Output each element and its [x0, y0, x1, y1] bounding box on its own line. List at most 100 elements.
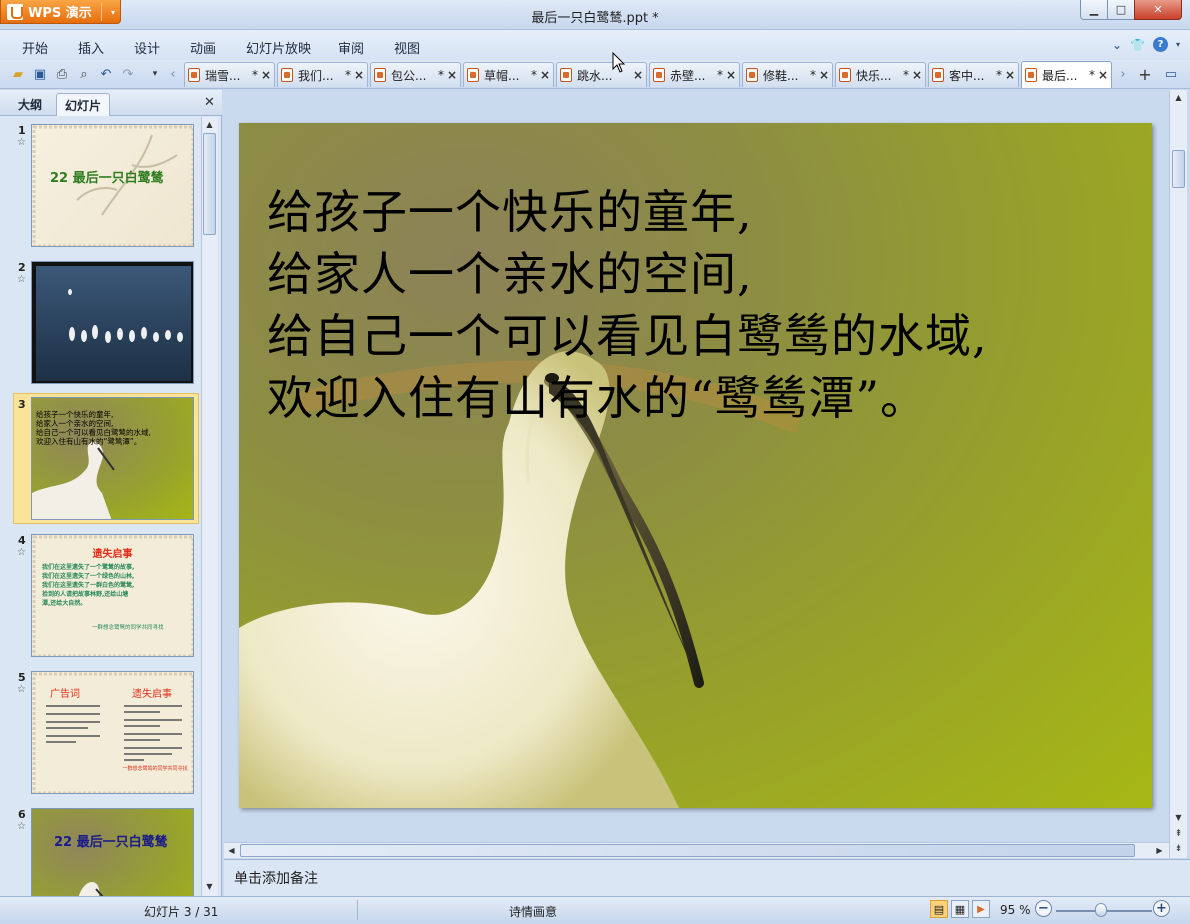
menu-insert[interactable]: 插入: [78, 38, 104, 57]
close-tab-icon[interactable]: ×: [354, 68, 364, 82]
slide-editor: 给孩子一个快乐的童年, 给家人一个亲水的空间, 给自己一个可以看见白鹭鸶的水域,…: [224, 90, 1169, 842]
slide-thumbnail-2[interactable]: [31, 261, 194, 384]
redo-icon[interactable]: ↷: [119, 65, 137, 83]
status-bar: 幻灯片 3 / 31 诗情画意 ▤ ▦ ▶ 95 % − +: [0, 896, 1190, 924]
doc-tab[interactable]: 跳水... ×: [556, 62, 647, 87]
scroll-down-icon[interactable]: ▼: [202, 879, 217, 894]
doc-tab[interactable]: 包公... * ×: [370, 62, 461, 87]
minimize-button[interactable]: ▁: [1080, 0, 1108, 20]
notes-pane[interactable]: 单击添加备注: [224, 859, 1190, 896]
normal-view-button[interactable]: ▤: [930, 900, 948, 918]
doc-tab[interactable]: 修鞋... * ×: [742, 62, 833, 87]
menu-view[interactable]: 视图: [394, 38, 420, 57]
transition-star-icon: ☆: [17, 821, 26, 832]
chevron-down-icon: ▾: [110, 8, 115, 17]
transition-star-icon: ☆: [17, 274, 26, 285]
title-bar: 最后一只白鹭鸶.ppt * WPS 演示 ▾ ▁ □ ✕: [0, 0, 1190, 30]
save-icon[interactable]: ▣: [31, 65, 49, 83]
zoom-slider-handle[interactable]: [1095, 903, 1107, 917]
scrollbar-thumb[interactable]: [240, 844, 1135, 857]
tab-scroll-left-icon[interactable]: ‹: [164, 65, 182, 83]
close-window-button[interactable]: ✕: [1134, 0, 1182, 20]
scroll-up-icon[interactable]: ▲: [1171, 90, 1186, 105]
zoom-in-button[interactable]: +: [1153, 900, 1170, 917]
menu-animation[interactable]: 动画: [190, 38, 216, 57]
doc-tab[interactable]: 我们... * ×: [277, 62, 368, 87]
mouse-cursor-icon: [612, 52, 626, 73]
slideshow-button[interactable]: ▶: [972, 900, 990, 918]
tab-outline[interactable]: 大纲: [10, 93, 50, 116]
current-slide[interactable]: 给孩子一个快乐的童年, 给家人一个亲水的空间, 给自己一个可以看见白鹭鸶的水域,…: [239, 123, 1152, 808]
thumb-title: 22 最后一只白鹭鸶: [50, 171, 164, 186]
previous-slide-icon[interactable]: ⇞: [1171, 826, 1186, 841]
close-tab-icon[interactable]: ×: [1005, 68, 1015, 82]
slide-sorter-button[interactable]: ▦: [951, 900, 969, 918]
slide-thumbnail-3[interactable]: 给孩子一个快乐的童年, 给家人一个亲水的空间, 给自己一个可以看见白鹭鸶的水域,…: [31, 397, 194, 520]
undo-icon[interactable]: ↶: [97, 65, 115, 83]
thumb-number: 2: [18, 261, 26, 274]
close-tab-icon[interactable]: ×: [633, 68, 643, 82]
doc-tab[interactable]: 赤壁... * ×: [649, 62, 740, 87]
transition-star-icon: ☆: [17, 137, 26, 148]
next-slide-icon[interactable]: ⇟: [1171, 841, 1186, 856]
doc-tab-active[interactable]: 最后... * ×: [1021, 61, 1112, 88]
editor-vertical-scrollbar[interactable]: ▲ ▼ ⇞ ⇟: [1169, 90, 1187, 858]
play-icon: ▶: [977, 903, 985, 915]
collapse-ribbon-icon[interactable]: ⌄: [1112, 38, 1122, 52]
doc-tab[interactable]: 草帽... * ×: [463, 62, 554, 87]
wps-app-menu-button[interactable]: WPS 演示 ▾: [0, 0, 121, 24]
menu-slideshow[interactable]: 幻灯片放映: [246, 38, 311, 57]
thumb-title: 遗失启事: [92, 549, 133, 560]
maximize-button[interactable]: □: [1107, 0, 1135, 20]
window-list-icon[interactable]: ▭: [1162, 65, 1180, 83]
doc-tab[interactable]: 客中... * ×: [928, 62, 1019, 87]
wps-logo-icon: [7, 3, 23, 20]
open-folder-icon[interactable]: ▰: [9, 65, 27, 83]
menu-home[interactable]: 开始: [22, 38, 48, 57]
tab-scroll-right-icon[interactable]: ›: [1114, 65, 1132, 83]
scroll-down-icon[interactable]: ▼: [1171, 810, 1186, 825]
close-tab-icon[interactable]: ×: [261, 68, 271, 82]
print-preview-icon[interactable]: ⌕: [75, 65, 93, 83]
notes-placeholder[interactable]: 单击添加备注: [234, 868, 318, 888]
scroll-up-icon[interactable]: ▲: [202, 117, 217, 132]
close-tab-icon[interactable]: ×: [540, 68, 550, 82]
app-name: WPS 演示: [28, 6, 92, 21]
scrollbar-thumb[interactable]: [203, 133, 216, 235]
doc-tab[interactable]: 快乐... * ×: [835, 62, 926, 87]
thumb-number: 4: [18, 534, 26, 547]
close-tab-icon[interactable]: ×: [726, 68, 736, 82]
menu-review[interactable]: 审阅: [338, 38, 364, 57]
new-tab-icon[interactable]: +: [1136, 65, 1154, 84]
menu-design[interactable]: 设计: [134, 38, 160, 57]
slide-thumbnail-4[interactable]: 遗失启事 我们在这里遗失了一个鹭鸶的故事, 我们在这里遗失了一个绿色的山林, 我…: [31, 534, 194, 657]
slide-thumbnail-6[interactable]: 22 最后一只白鹭鸶: [31, 808, 194, 896]
tab-slides[interactable]: 幻灯片: [56, 93, 111, 116]
skin-shirt-icon[interactable]: 👕: [1130, 38, 1145, 52]
normal-view-icon: ▤: [933, 902, 945, 916]
help-dropdown-icon[interactable]: ▾: [1176, 40, 1180, 49]
zoom-level: 95 %: [1000, 903, 1031, 917]
close-pane-icon[interactable]: ✕: [204, 95, 215, 110]
slide-thumbnail-1[interactable]: 22 最后一只白鹭鸶: [31, 124, 194, 247]
doc-tab[interactable]: 瑞雪... * ×: [184, 62, 275, 87]
print-icon[interactable]: ⎙: [53, 65, 71, 83]
zoom-out-button[interactable]: −: [1035, 900, 1052, 917]
scrollbar-thumb[interactable]: [1172, 150, 1185, 188]
thumb-number: 3: [18, 398, 26, 411]
close-tab-icon[interactable]: ×: [1098, 68, 1108, 82]
slide-thumbnail-5[interactable]: 广告词 遗失启事 一群想念鹭鸶的同学共同寻找: [31, 671, 194, 794]
help-icon[interactable]: ?: [1152, 37, 1168, 52]
ppt-file-icon: [1025, 68, 1037, 82]
thumbnail-scrollbar[interactable]: ▲ ▼: [201, 117, 218, 896]
customize-dropdown-icon[interactable]: ▾: [146, 65, 164, 83]
editor-horizontal-scrollbar[interactable]: ◀ ▶: [224, 842, 1169, 858]
menu-bar: 开始 插入 设计 动画 幻灯片放映 审阅 视图 ⌄ 👕 ? ▾: [0, 30, 1190, 60]
close-tab-icon[interactable]: ×: [447, 68, 457, 82]
close-tab-icon[interactable]: ×: [819, 68, 829, 82]
slide-body-text[interactable]: 给孩子一个快乐的童年, 给家人一个亲水的空间, 给自己一个可以看见白鹭鸶的水域,…: [267, 181, 988, 429]
grid-icon: ▦: [954, 902, 966, 916]
scroll-left-icon[interactable]: ◀: [224, 843, 239, 858]
close-tab-icon[interactable]: ×: [912, 68, 922, 82]
scroll-right-icon[interactable]: ▶: [1152, 843, 1167, 858]
